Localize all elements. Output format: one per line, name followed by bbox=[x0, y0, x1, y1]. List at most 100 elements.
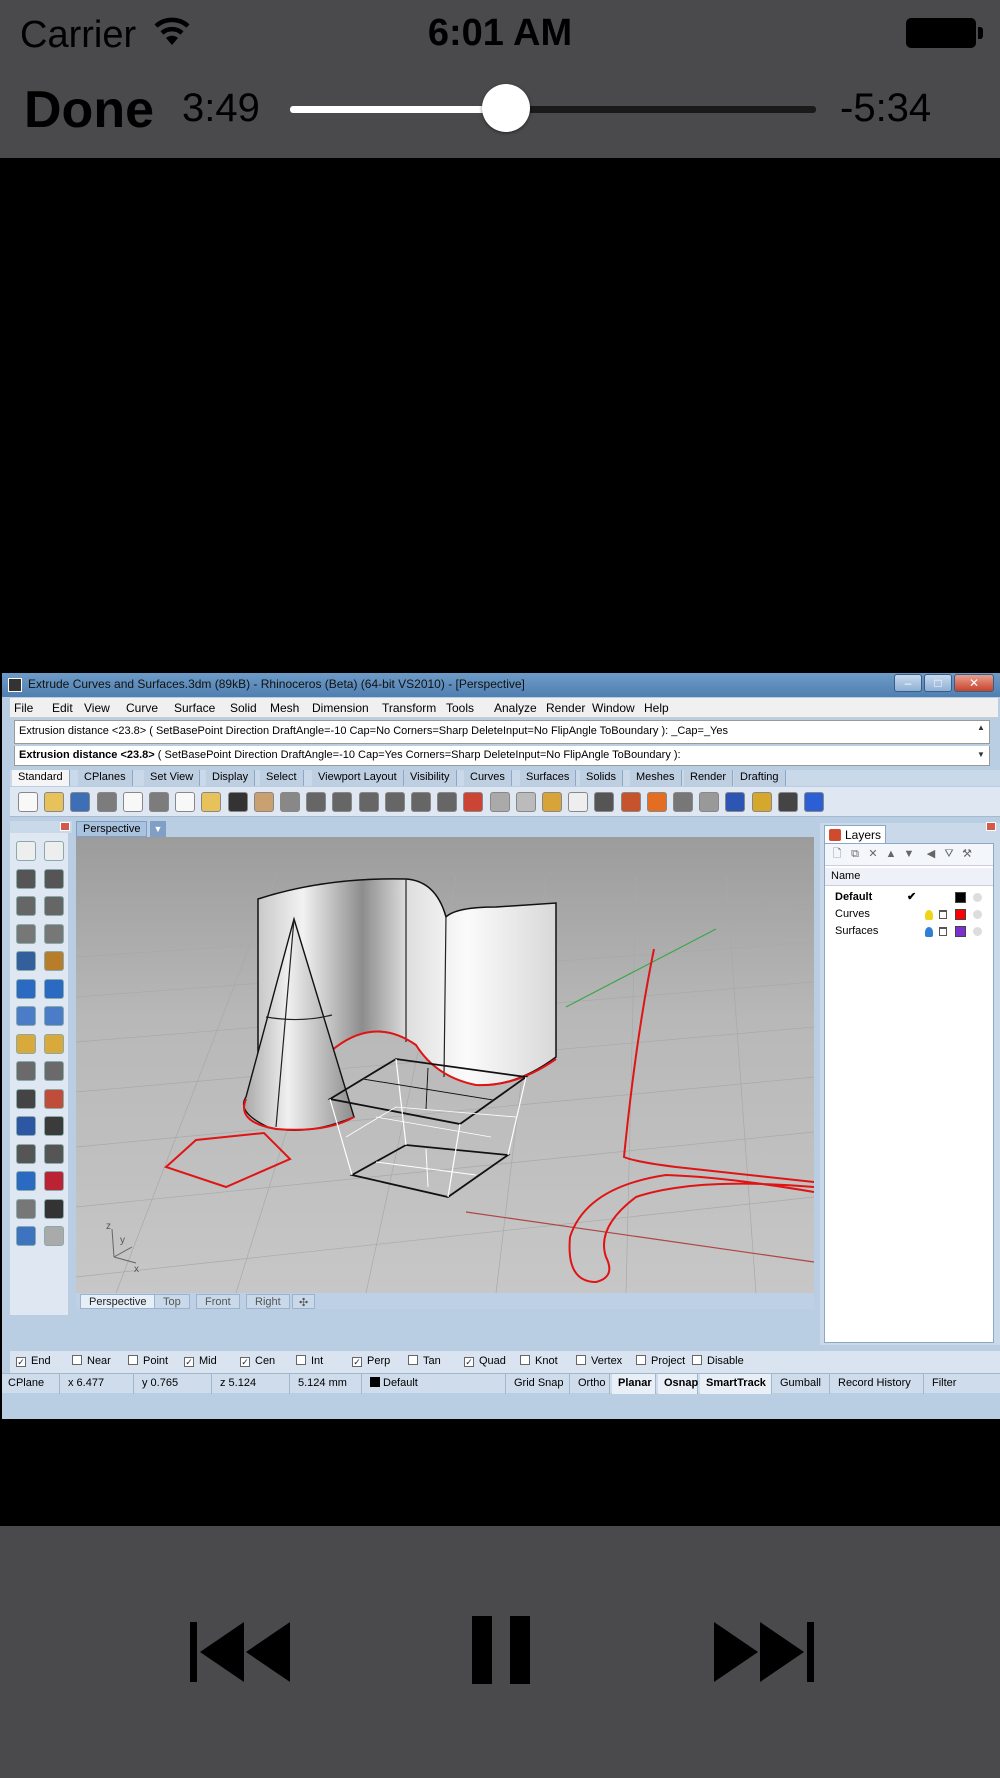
video-area[interactable]: Extrude Curves and Surfaces.3dm (89kB) -… bbox=[0, 158, 1000, 1526]
left-toolbar bbox=[10, 833, 68, 1315]
scroll-up-icon: ▲ bbox=[977, 723, 985, 732]
menu-analyze: Analyze bbox=[494, 701, 537, 715]
zoom-window-icon bbox=[332, 792, 353, 812]
menu-edit: Edit bbox=[52, 701, 73, 715]
help-icon bbox=[804, 792, 824, 812]
osnap-label: Mid bbox=[199, 1355, 217, 1367]
status-toggle-osnap: Osnap bbox=[658, 1374, 698, 1394]
material-icon bbox=[699, 792, 720, 812]
osnap-end: ✓ End bbox=[16, 1355, 51, 1367]
osnap-label: Project bbox=[651, 1355, 686, 1367]
close-icon: ✕ bbox=[954, 674, 994, 692]
osnap-checkbox: ✓ bbox=[240, 1357, 250, 1367]
player-top-bar: Done 3:49 -5:34 bbox=[0, 68, 1000, 158]
status-toggle-ortho: Ortho bbox=[572, 1374, 610, 1394]
sphere-icon bbox=[673, 792, 693, 812]
right-panel: Layers 🗋 ⧉ ✕ ▲ ▼ ◀ ⛛ ⚒ Name Default ✔ Curv… bbox=[820, 822, 1000, 1345]
layers-icon bbox=[829, 829, 841, 841]
status-y: y 0.765 bbox=[136, 1374, 212, 1394]
osnap-tan: Tan bbox=[408, 1355, 441, 1367]
scrubber-thumb[interactable] bbox=[481, 84, 530, 132]
current-layer-check-icon: ✔ bbox=[907, 891, 917, 903]
axis-y-label: y bbox=[120, 1235, 125, 1246]
toolbar-tab-display: Display bbox=[206, 770, 256, 786]
toolbar-tabs: Standard CPlanes Set View Display Select View… bbox=[10, 770, 1000, 786]
layout-icon bbox=[16, 1198, 36, 1219]
lock-icon bbox=[939, 910, 947, 919]
undo-icon bbox=[227, 792, 248, 812]
toolbar-tab-curves: Curves bbox=[464, 770, 512, 786]
osnap-label: End bbox=[31, 1355, 51, 1367]
solid-icon bbox=[44, 978, 64, 999]
osnap-label: Knot bbox=[535, 1355, 558, 1367]
toolbar-tab-select: Select bbox=[260, 770, 304, 786]
menu-tools: Tools bbox=[446, 701, 475, 715]
skip-forward-icon bbox=[714, 1622, 814, 1682]
status-toggle-planar: Planar bbox=[612, 1374, 656, 1394]
pause-button[interactable] bbox=[450, 1526, 550, 1778]
osnap-bar: ✓ End Near Point ✓ Mid ✓ Cen Int ✓ Perp Tan ✓ Quad Kno… bbox=[10, 1351, 1000, 1373]
point-icon bbox=[44, 841, 64, 861]
osnap-perp: ✓ Perp bbox=[352, 1355, 390, 1367]
layer-name: Surfaces bbox=[835, 925, 879, 937]
osnap-checkbox bbox=[636, 1355, 646, 1365]
osnap-quad: ✓ Quad bbox=[464, 1355, 506, 1367]
menu-file: File bbox=[14, 701, 34, 715]
group-icon bbox=[44, 1143, 64, 1164]
rhino-status-bar: CPlane x 6.477 y 0.765 z 5.124 5.124 mm … bbox=[2, 1373, 1000, 1394]
move-out-icon: ◀ bbox=[926, 848, 936, 860]
layers-tab-label: Layers bbox=[845, 828, 882, 842]
paste-icon bbox=[201, 792, 222, 812]
lock-icon bbox=[594, 792, 615, 812]
viewport-tab-top: Top bbox=[154, 1294, 190, 1309]
layer-color-swatch bbox=[955, 926, 966, 937]
select-icon bbox=[16, 841, 36, 861]
layer-color-swatch bbox=[955, 892, 966, 903]
osnap-label: Vertex bbox=[591, 1355, 623, 1367]
osnap-label: Perp bbox=[367, 1355, 391, 1367]
scrubber-slider[interactable] bbox=[290, 84, 816, 134]
menu-render: Render bbox=[546, 701, 586, 715]
previous-button[interactable] bbox=[180, 1526, 300, 1778]
copy-icon bbox=[175, 792, 196, 812]
skip-back-icon bbox=[190, 1622, 290, 1682]
transform-icon bbox=[16, 1061, 36, 1081]
zoom-icon bbox=[306, 792, 327, 812]
osnap-cen: ✓ Cen bbox=[240, 1355, 275, 1367]
status-distance: 5.124 mm bbox=[292, 1374, 362, 1394]
osnap-label: Disable bbox=[707, 1355, 744, 1367]
status-cplane: CPlane bbox=[2, 1374, 60, 1394]
polygon-icon bbox=[16, 923, 36, 944]
status-toggle-filter: Filter bbox=[926, 1374, 1000, 1394]
status-layer: Default bbox=[364, 1374, 506, 1394]
osnap-label: Near bbox=[87, 1355, 111, 1367]
record-icon bbox=[44, 1171, 64, 1191]
text-icon bbox=[16, 1116, 36, 1136]
rectangle-icon bbox=[44, 923, 64, 944]
osnap-label: Int bbox=[311, 1355, 324, 1367]
move-up-icon: ▲ bbox=[885, 848, 897, 860]
layers-column-header: Name bbox=[825, 868, 993, 886]
scroll-down-icon: ▼ bbox=[977, 750, 985, 759]
next-button[interactable] bbox=[700, 1526, 820, 1778]
viewport-header: Perspective ▼ bbox=[76, 821, 816, 837]
status-layer-name: Default bbox=[383, 1377, 418, 1389]
menu-window: Window bbox=[592, 701, 635, 715]
osnap-checkbox: ✓ bbox=[16, 1357, 26, 1367]
command-prompt-label: Extrusion distance <23.8> bbox=[19, 749, 155, 761]
arc-icon bbox=[44, 896, 64, 916]
status-toggle-grid-snap: Grid Snap bbox=[508, 1374, 570, 1394]
layer-swatch bbox=[370, 1377, 380, 1387]
osnap-project: Project bbox=[636, 1355, 685, 1367]
menu-transform: Transform bbox=[382, 701, 437, 715]
menu-surface: Surface bbox=[174, 701, 216, 715]
lock-icon bbox=[939, 927, 947, 936]
zoom-selected-icon bbox=[384, 792, 405, 812]
tools-icon: ⚒ bbox=[962, 848, 972, 860]
osnap-label: Point bbox=[143, 1355, 169, 1367]
delete-layer-icon: ✕ bbox=[868, 848, 878, 860]
viewport-title: Perspective bbox=[76, 821, 148, 837]
layer-material-icon bbox=[973, 910, 982, 919]
done-button[interactable]: Done bbox=[24, 80, 154, 140]
color-icon bbox=[646, 792, 667, 812]
